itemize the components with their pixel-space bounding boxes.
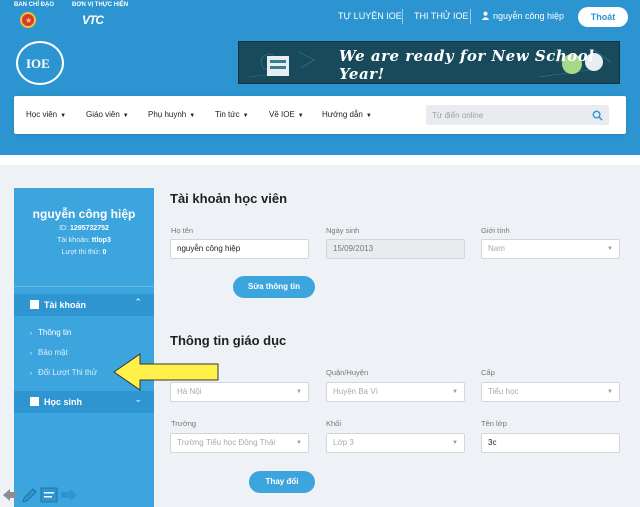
user-menu-link[interactable]: nguyễn công hiệp [493,11,564,21]
chevron-up-down-icon: ⌃ [134,297,142,307]
forward-arrow-icon[interactable] [60,487,78,503]
bullet-icon: › [30,371,32,377]
caret-down-icon: ▼ [242,113,249,119]
back-arrow-icon[interactable] [2,487,18,503]
province-select[interactable]: Hà Nội ▼ [170,382,309,402]
bullet-icon: › [30,331,32,337]
profile-account: Tài khoản: ttlop3 [57,237,111,244]
top-bar: BAN CHỈ ĐẠO ĐƠN VỊ THỰC HIỆN ★ VTC TỰ LU… [0,0,640,35]
profile-name: nguyễn công hiệp [32,207,136,221]
profile-trials: Lượt thi thử: 0 [61,249,107,256]
logout-button[interactable]: Thoát [578,7,628,27]
note-icon[interactable] [40,487,58,503]
caret-down-icon: ▼ [365,113,372,119]
dropdown-arrow-icon: ▼ [296,389,302,395]
dropdown-arrow-icon: ▼ [452,389,458,395]
caret-down-icon: ▼ [297,113,304,119]
nav-item-about[interactable]: Về IOE ▼ [269,110,304,119]
dropdown-arrow-icon: ▼ [452,440,458,446]
student-icon [30,397,39,406]
dropdown-arrow-icon: ▼ [296,440,302,446]
profile-id: ID: 1295732752 [59,225,109,232]
vtc-logo: VTC [82,13,104,27]
edit-info-button[interactable]: Sửa thông tin [233,276,315,298]
name-label: Họ tên [171,226,194,235]
sidebar-item-info[interactable]: › Thông tin [30,328,71,337]
nav-item-guide[interactable]: Hướng dẫn ▼ [322,110,372,119]
dropdown-arrow-icon: ▼ [607,246,613,252]
self-practice-link[interactable]: TỰ LUYỆN IOE [338,11,402,21]
education-form-title: Thông tin giáo dục [170,333,287,348]
sidebar-item-security[interactable]: › Bảo mật [30,348,68,357]
school-label: Trường [171,419,197,428]
name-field[interactable]: nguyễn công hiệp [170,239,309,259]
district-label: Quận/Huyện [326,368,369,377]
banner-headline: We are ready for New School Year! [339,47,595,83]
nav-item-parents[interactable]: Phụ huynh ▼ [148,110,195,119]
dictionary-search [426,105,609,125]
divider [14,286,154,287]
mock-test-link[interactable]: THI THỬ IOE [414,11,469,21]
site-header: IOE We are ready for New School Year! [0,35,640,155]
account-icon [30,300,39,309]
district-select[interactable]: Huyện Ba Vì ▼ [326,382,465,402]
sidebar-item-exchange-trials[interactable]: › Đổi Lượt Thi thử [30,368,97,377]
chevron-down-icon: ⌄ [134,394,142,404]
sidebar-section-student[interactable]: Học sinh ⌄ [14,391,154,413]
national-emblem-icon: ★ [20,12,36,28]
class-field[interactable]: 3c [481,433,620,453]
pencil-icon[interactable] [20,487,38,505]
bullet-icon: › [30,351,32,357]
grade-select[interactable]: Lớp 3 ▼ [326,433,465,453]
account-sidebar: nguyễn công hiệp ID: 1295732752 Tài khoả… [14,188,154,507]
dropdown-arrow-icon: ▼ [607,389,613,395]
nav-item-news[interactable]: Tin tức ▼ [215,110,249,119]
school-select[interactable]: Trường Tiểu học Đồng Thái ▼ [170,433,309,453]
dob-label: Ngày sinh [326,226,360,235]
divider [470,9,471,24]
change-button[interactable]: Thay đổi [249,471,315,493]
class-label: Tên lớp [481,419,507,428]
user-icon [481,11,490,20]
gender-select[interactable]: Nam ▼ [481,239,620,259]
grade-label: Khối [326,419,342,428]
caret-down-icon: ▼ [60,113,67,119]
sidebar-section-account[interactable]: Tài khoản ⌃ [14,294,154,316]
gender-label: Giới tính [481,226,510,235]
caret-down-icon: ▼ [122,113,129,119]
dob-field: 15/09/2013 [326,239,465,259]
dictionary-search-input[interactable] [426,105,586,125]
promo-banner[interactable]: We are ready for New School Year! [238,41,620,84]
sponsor-label-steering: BAN CHỈ ĐẠO [14,2,54,8]
nav-item-teachers[interactable]: Giáo viên ▼ [86,110,129,119]
account-form-title: Tài khoản học viên [170,191,288,206]
search-icon[interactable] [592,110,603,121]
level-label: Cấp [481,368,495,377]
caret-down-icon: ▼ [189,113,196,119]
ioe-logo[interactable]: IOE [16,41,64,85]
nav-item-students[interactable]: Học viên ▼ [26,110,66,119]
sponsor-label-operator: ĐƠN VỊ THỰC HIỆN [72,2,129,8]
divider [402,9,403,24]
level-select[interactable]: Tiểu học ▼ [481,382,620,402]
